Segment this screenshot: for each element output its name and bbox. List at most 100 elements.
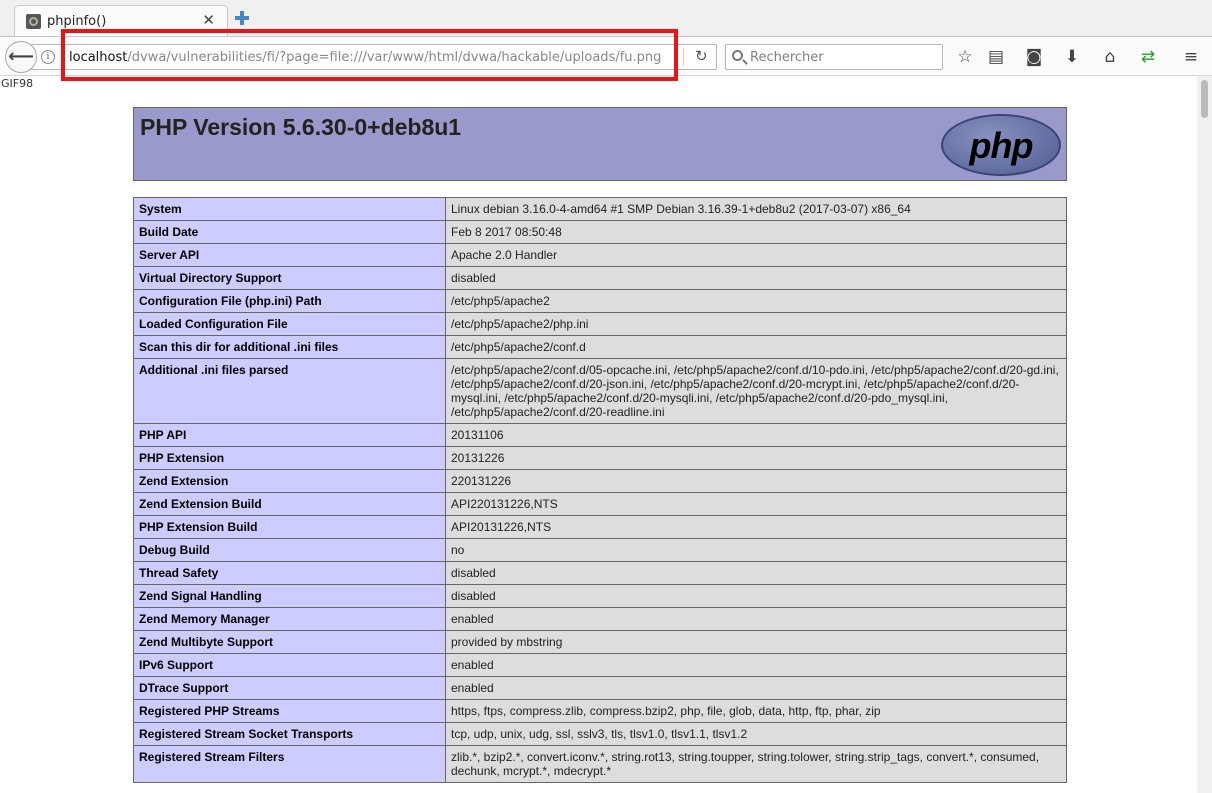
table-row: Virtual Directory Support disabled bbox=[133, 266, 1067, 290]
table-row: Loaded Configuration File/etc/php5/apach… bbox=[133, 312, 1067, 336]
row-key: Server API bbox=[133, 243, 446, 267]
file-signature-text: GIF98 bbox=[1, 77, 34, 90]
row-value: enabled bbox=[445, 676, 1067, 700]
browser-tab[interactable]: phpinfo() ✕ bbox=[14, 5, 228, 36]
row-key: Debug Build bbox=[133, 538, 446, 562]
row-key: Scan this dir for additional .ini files bbox=[133, 335, 446, 359]
home-icon[interactable]: ⌂ bbox=[1098, 45, 1122, 69]
table-row: Zend Signal Handling disabled bbox=[133, 584, 1067, 608]
row-key: Registered Stream Socket Transports bbox=[133, 722, 446, 746]
row-key: Registered Stream Filters bbox=[133, 745, 446, 783]
row-value: tcp, udp, unix, udg, ssl, sslv3, tls, tl… bbox=[445, 722, 1067, 746]
table-row: Zend Memory Manager enabled bbox=[133, 607, 1067, 631]
tab-title: phpinfo() bbox=[47, 14, 107, 29]
back-button[interactable]: ⟵ bbox=[5, 41, 37, 73]
phpinfo-table: System Linux debian 3.16.0-4-amd64 #1 SMP… bbox=[133, 197, 1067, 783]
table-row: Zend Extension 220131226 bbox=[133, 469, 1067, 493]
row-value: /etc/php5/apache2/conf.d/05-opcache.ini,… bbox=[445, 358, 1067, 424]
row-value: Apache 2.0 Handler bbox=[445, 243, 1067, 267]
new-tab-plus-icon[interactable] bbox=[233, 9, 251, 27]
row-value: zlib.*, bzip2.*, convert.iconv.*, string… bbox=[445, 745, 1067, 783]
table-row: DTrace Support enabled bbox=[133, 676, 1067, 700]
row-value: enabled bbox=[445, 653, 1067, 677]
table-row: Thread Safety disabled bbox=[133, 561, 1067, 585]
reload-icon[interactable]: ↻ bbox=[695, 47, 708, 65]
row-key: PHP Extension bbox=[133, 446, 446, 470]
row-key: Zend Extension bbox=[133, 469, 446, 493]
row-value: 20131106 bbox=[445, 423, 1067, 447]
table-row: PHP Extension 20131226 bbox=[133, 446, 1067, 470]
table-row: IPv6 Support enabled bbox=[133, 653, 1067, 677]
row-key: DTrace Support bbox=[133, 676, 446, 700]
row-key: Virtual Directory Support bbox=[133, 266, 446, 290]
row-value: Feb 8 2017 08:50:48 bbox=[445, 220, 1067, 244]
row-key: Thread Safety bbox=[133, 561, 446, 585]
back-arrow-icon: ⟵ bbox=[8, 46, 34, 67]
row-key: Additional .ini files parsed bbox=[133, 358, 446, 424]
row-key: Registered PHP Streams bbox=[133, 699, 446, 723]
sync-icon[interactable]: ⇄ bbox=[1136, 45, 1160, 69]
table-row: Zend Extension Build API220131226,NTS bbox=[133, 492, 1067, 516]
row-value: enabled bbox=[445, 607, 1067, 631]
tab-strip: phpinfo() ✕ bbox=[0, 0, 1212, 36]
row-key: Loaded Configuration File bbox=[133, 312, 446, 336]
row-value: no bbox=[445, 538, 1067, 562]
php-logo[interactable]: php bbox=[941, 114, 1061, 176]
php-version-header: PHP Version 5.6.30-0+deb8u1 php bbox=[133, 107, 1067, 181]
url-host: localhost bbox=[69, 50, 128, 65]
row-value: 220131226 bbox=[445, 469, 1067, 493]
table-row: System Linux debian 3.16.0-4-amd64 #1 SMP… bbox=[133, 197, 1067, 221]
row-value: 20131226 bbox=[445, 446, 1067, 470]
table-row: Scan this dir for additional .ini files /… bbox=[133, 335, 1067, 359]
url-path: /dvwa/vulnerabilities/fi/?page=file:///v… bbox=[127, 50, 662, 65]
row-key: Build Date bbox=[133, 220, 446, 244]
vertical-scrollbar[interactable] bbox=[1197, 76, 1212, 793]
php-logo-text: php bbox=[969, 125, 1034, 166]
table-row: Server API Apache 2.0 Handler bbox=[133, 243, 1067, 267]
table-row: Build Date Feb 8 2017 08:50:48 bbox=[133, 220, 1067, 244]
table-row: Registered Stream Filters zlib.*, bzip2.*… bbox=[133, 745, 1067, 783]
table-row: PHP API 20131106 bbox=[133, 423, 1067, 447]
row-key: Zend Signal Handling bbox=[133, 584, 446, 608]
row-value: provided by mbstring bbox=[445, 630, 1067, 654]
row-value: API20131226,NTS bbox=[445, 515, 1067, 539]
table-row: Debug Build no bbox=[133, 538, 1067, 562]
download-icon[interactable]: ⬇ bbox=[1060, 45, 1084, 69]
table-row: Registered PHP Streams https, ftps, compr… bbox=[133, 699, 1067, 723]
star-icon[interactable]: ☆ bbox=[953, 45, 977, 69]
row-key: PHP Extension Build bbox=[133, 515, 446, 539]
url-text[interactable]: localhost/dvwa/vulnerabilities/fi/?page=… bbox=[69, 50, 661, 65]
table-row: Configuration File (php.ini) Path/etc/ph… bbox=[133, 289, 1067, 313]
row-value: /etc/php5/apache2 bbox=[445, 289, 1067, 313]
close-tab-icon[interactable]: ✕ bbox=[202, 11, 215, 29]
site-info-icon[interactable]: i bbox=[41, 50, 55, 64]
menu-icon[interactable]: ≡ bbox=[1179, 45, 1203, 69]
row-value: Linux debian 3.16.0-4-amd64 #1 SMP Debia… bbox=[445, 197, 1067, 221]
search-input[interactable] bbox=[750, 48, 935, 66]
row-value: /etc/php5/apache2/php.ini bbox=[445, 312, 1067, 336]
search-box[interactable] bbox=[725, 44, 943, 70]
row-value: https, ftps, compress.zlib, compress.bzi… bbox=[445, 699, 1067, 723]
row-key: Zend Extension Build bbox=[133, 492, 446, 516]
table-row: Zend Multibyte Support provided by mbstri… bbox=[133, 630, 1067, 654]
table-row: PHP Extension Build API20131226,NTS bbox=[133, 515, 1067, 539]
url-separator bbox=[683, 48, 684, 66]
url-bar[interactable]: i localhost/dvwa/vulnerabilities/fi/?pag… bbox=[30, 44, 717, 70]
row-key: System bbox=[133, 197, 446, 221]
navigation-toolbar: i localhost/dvwa/vulnerabilities/fi/?pag… bbox=[0, 36, 1212, 76]
row-key: Zend Memory Manager bbox=[133, 607, 446, 631]
page-title: PHP Version 5.6.30-0+deb8u1 bbox=[140, 114, 462, 140]
row-value: disabled bbox=[445, 584, 1067, 608]
row-value: /etc/php5/apache2/conf.d bbox=[445, 335, 1067, 359]
table-row: Additional .ini files parsed/etc/php5/ap… bbox=[133, 358, 1067, 424]
row-key: Zend Multibyte Support bbox=[133, 630, 446, 654]
row-value: API220131226,NTS bbox=[445, 492, 1067, 516]
row-key: Configuration File (php.ini) Path bbox=[133, 289, 446, 313]
search-icon bbox=[732, 50, 743, 61]
row-value: disabled bbox=[445, 266, 1067, 290]
reading-list-icon[interactable]: ▤ bbox=[984, 45, 1008, 69]
pocket-icon[interactable]: ◙ bbox=[1022, 45, 1046, 69]
row-value: disabled bbox=[445, 561, 1067, 585]
table-row: Registered Stream Socket Transports tcp, … bbox=[133, 722, 1067, 746]
scrollbar-thumb[interactable] bbox=[1201, 80, 1208, 118]
